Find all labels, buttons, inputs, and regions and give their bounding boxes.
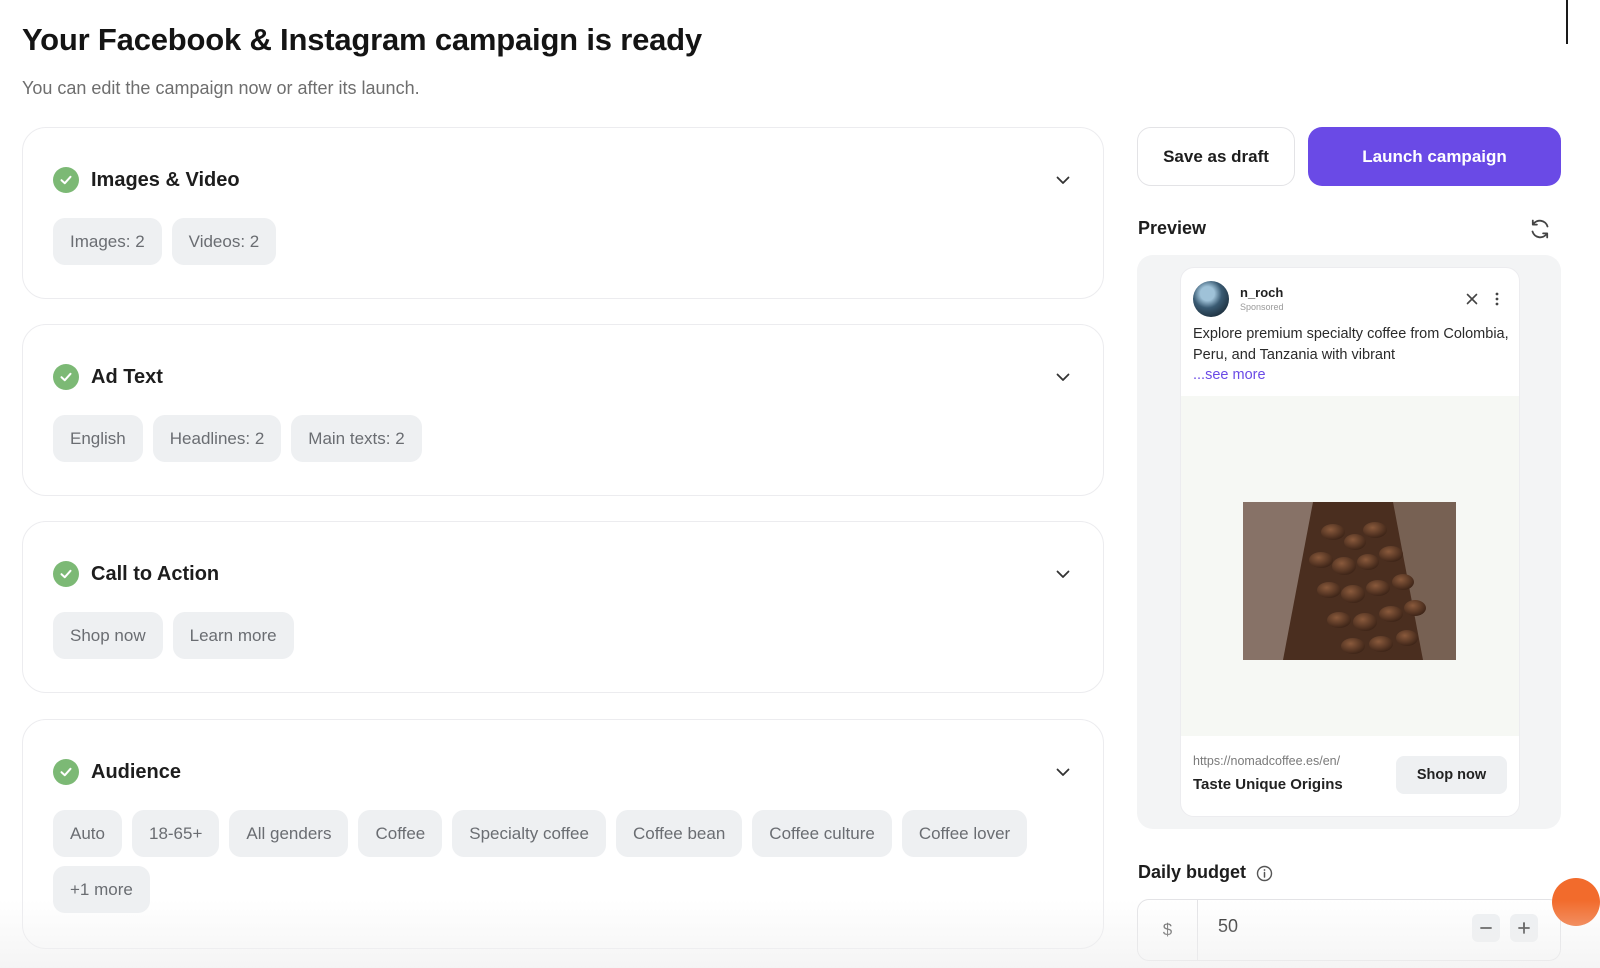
- check-icon: [53, 167, 79, 193]
- section-title: Call to Action: [91, 562, 220, 585]
- chip-images-count: Images: 2: [53, 218, 162, 265]
- chip-videos-count: Videos: 2: [171, 218, 277, 265]
- check-icon: [53, 364, 79, 390]
- budget-input[interactable]: [1218, 916, 1418, 937]
- section-images-video: Images & Video Images: 2 Videos: 2: [22, 127, 1104, 299]
- chip-headlines-count: Headlines: 2: [152, 415, 282, 462]
- ad-image: [1243, 502, 1456, 660]
- ad-cta-button[interactable]: Shop now: [1396, 756, 1507, 794]
- section-header[interactable]: Ad Text: [53, 363, 1073, 391]
- chip-cta: Shop now: [53, 612, 163, 659]
- section-ad-text: Ad Text English Headlines: 2 Main texts:…: [22, 324, 1104, 496]
- ad-username: n_roch: [1240, 285, 1284, 300]
- section-title: Images & Video: [91, 168, 240, 191]
- minus-icon[interactable]: [1472, 914, 1500, 942]
- chip-gender: All genders: [229, 810, 349, 857]
- launch-campaign-button[interactable]: Launch campaign: [1308, 127, 1561, 186]
- check-icon: [53, 561, 79, 587]
- chevron-down-icon[interactable]: [1053, 762, 1073, 782]
- ad-sponsored-label: Sponsored: [1240, 302, 1284, 312]
- ad-preview-card: n_roch Sponsored Explore premium special…: [1180, 267, 1520, 817]
- info-icon[interactable]: [1256, 865, 1273, 882]
- ad-media-area: [1181, 396, 1519, 736]
- chip-cta: Learn more: [172, 612, 294, 659]
- section-header[interactable]: Images & Video: [53, 166, 1073, 194]
- save-draft-button[interactable]: Save as draft: [1137, 127, 1295, 186]
- check-icon: [53, 759, 79, 785]
- chip-interest: Coffee culture: [752, 810, 892, 857]
- chip-more-count[interactable]: +1 more: [53, 866, 150, 913]
- preview-label: Preview: [1138, 218, 1207, 238]
- section-audience: Audience Auto 18-65+ All genders Coffee …: [22, 719, 1104, 949]
- chevron-down-icon[interactable]: [1053, 564, 1073, 584]
- more-vertical-icon[interactable]: [1494, 291, 1500, 307]
- daily-budget-field: $: [1137, 899, 1561, 961]
- chip-interest: Specialty coffee: [452, 810, 606, 857]
- section-header[interactable]: Audience: [53, 758, 1073, 786]
- chip-interest: Coffee bean: [615, 810, 743, 857]
- page-title: Your Facebook & Instagram campaign is re…: [22, 22, 702, 57]
- daily-budget-label: Daily budget: [1138, 862, 1247, 882]
- chip-interest: Coffee lover: [901, 810, 1028, 857]
- chip-audience-mode: Auto: [53, 810, 122, 857]
- refresh-icon[interactable]: [1528, 217, 1552, 241]
- chevron-down-icon[interactable]: [1053, 367, 1073, 387]
- section-title: Ad Text: [91, 365, 163, 388]
- chip-list: Auto 18-65+ All genders Coffee Specialty…: [53, 810, 1073, 913]
- chip-list: Shop now Learn more: [53, 612, 1073, 659]
- ad-headline: Taste Unique Origins: [1193, 776, 1343, 793]
- chip-list: English Headlines: 2 Main texts: 2: [53, 415, 1073, 462]
- support-chat-button[interactable]: [1552, 878, 1600, 926]
- section-call-to-action: Call to Action Shop now Learn more: [22, 521, 1104, 693]
- page-subtitle: You can edit the campaign now or after i…: [22, 78, 420, 98]
- plus-icon[interactable]: [1510, 914, 1538, 942]
- chip-age-range: 18-65+: [131, 810, 220, 857]
- currency-symbol: $: [1138, 900, 1198, 960]
- close-icon[interactable]: [1465, 292, 1479, 306]
- chip-main-texts-count: Main texts: 2: [291, 415, 422, 462]
- chip-interest: Coffee: [358, 810, 443, 857]
- chevron-down-icon[interactable]: [1053, 170, 1073, 190]
- chip-language: English: [53, 415, 143, 462]
- window-edge: [1566, 0, 1568, 44]
- chip-list: Images: 2 Videos: 2: [53, 218, 1073, 265]
- see-more-link[interactable]: ...see more: [1193, 367, 1266, 383]
- avatar: [1193, 281, 1229, 317]
- ad-url: https://nomadcoffee.es/en/: [1193, 754, 1341, 768]
- section-title: Audience: [91, 760, 182, 783]
- section-header[interactable]: Call to Action: [53, 560, 1073, 588]
- ad-primary-text: Explore premium specialty coffee from Co…: [1193, 326, 1509, 363]
